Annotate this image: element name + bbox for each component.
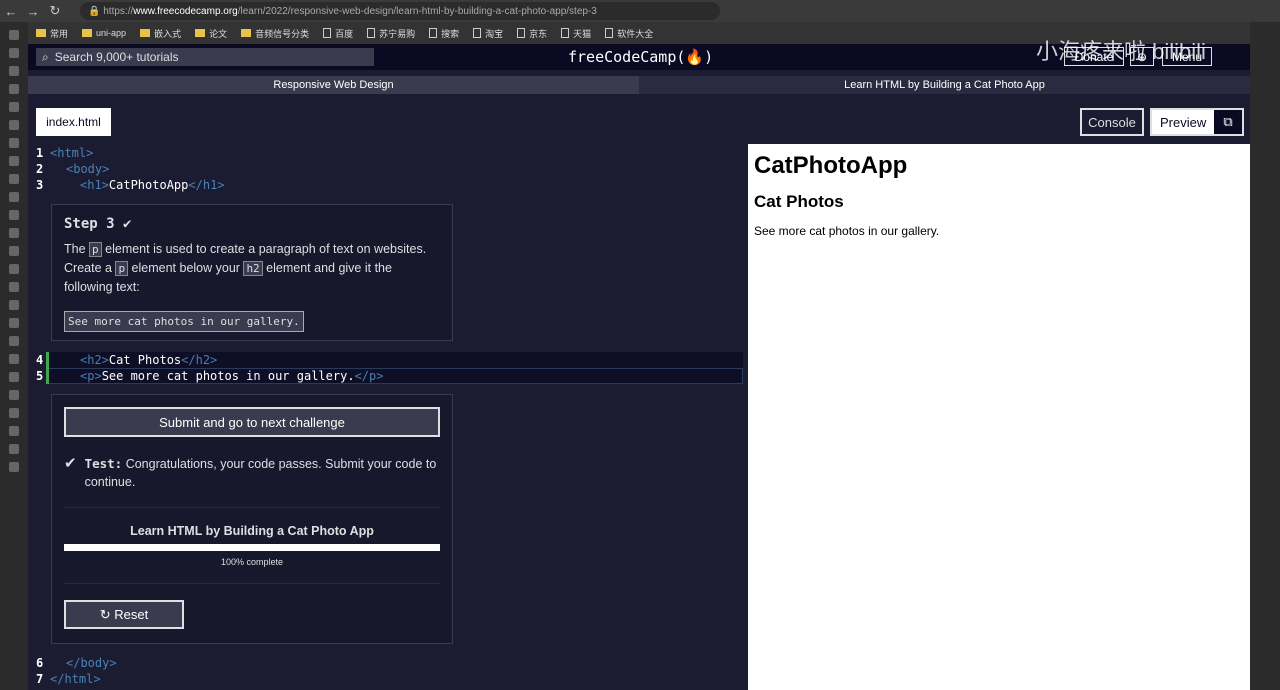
back-icon[interactable]: ←: [0, 4, 22, 19]
page-icon: [517, 28, 526, 38]
test-result: ✔ Test: Congratulations, your code passes…: [64, 455, 437, 489]
page-icon: [323, 28, 332, 38]
bookmark-item[interactable]: 嵌入式: [140, 27, 181, 40]
bookmark-label: 嵌入式: [154, 28, 182, 39]
fcc-navbar: ⌕ Search 9,000+ tutorials freeCodeCamp(🔥)…: [28, 39, 1250, 70]
bookmark-item[interactable]: 论文: [195, 27, 227, 40]
code-line-6: </body>: [66, 656, 117, 670]
refresh-icon[interactable]: ↻: [44, 3, 66, 19]
code-line-5: <p>See more cat photos in our gallery.</…: [80, 369, 384, 383]
page-icon: [367, 28, 376, 38]
reset-button[interactable]: ↻ Reset: [64, 600, 184, 629]
code-line-7: </html>: [50, 672, 101, 686]
submit-button[interactable]: Submit and go to next challenge: [64, 407, 440, 437]
bookmark-label: uni-app: [96, 28, 127, 38]
bookmark-item[interactable]: 常用: [36, 27, 68, 40]
bookmark-item[interactable]: 音频信号分类: [241, 27, 309, 40]
step-description: Step 3 ✔ The p element is used to create…: [51, 204, 453, 341]
line-number: 4: [36, 353, 44, 367]
reset-icon: ↻: [99, 606, 111, 622]
step-title: Step 3 ✔: [64, 216, 132, 232]
line-number: 3: [36, 178, 44, 192]
step-text: The p element is used to create a paragr…: [64, 242, 427, 294]
bookmark-item[interactable]: 百度: [323, 27, 353, 40]
preview-button[interactable]: Preview ⧉: [1150, 108, 1244, 136]
search-icon: ⌕: [42, 49, 49, 64]
browser-sidebar-left: [0, 22, 28, 690]
line-number: 5: [36, 369, 44, 383]
breadcrumb-block[interactable]: Learn HTML by Building a Cat Photo App: [639, 76, 1250, 94]
bookmark-item[interactable]: 天猫: [561, 27, 591, 40]
check-circle-icon: ✔: [64, 455, 77, 472]
bookmark-label: 京东: [529, 28, 548, 39]
url-path: /learn/2022/responsive-web-design/learn-…: [237, 5, 597, 17]
breadcrumb: Responsive Web Design Learn HTML by Buil…: [28, 76, 1250, 94]
bookmark-label: 常用: [50, 28, 69, 39]
console-button[interactable]: Console: [1080, 108, 1144, 136]
bookmark-label: 软件大全: [617, 28, 654, 39]
preview-label: Preview: [1160, 114, 1207, 130]
folder-icon: [241, 29, 252, 37]
preview-pane: CatPhotoApp Cat Photos See more cat phot…: [748, 144, 1250, 690]
line-number: 2: [36, 162, 44, 176]
step-quote: See more cat photos in our gallery.: [64, 311, 304, 332]
page-icon: [605, 28, 614, 38]
bookmark-label: 搜索: [441, 28, 460, 39]
code-editor[interactable]: 1 <html> 2 <body> 3 <h1>CatPhotoApp</h1> St…: [28, 144, 745, 690]
page-icon: [473, 28, 482, 38]
bookmark-label: 淘宝: [485, 28, 504, 39]
page-icon: [561, 28, 570, 38]
folder-icon: [195, 29, 206, 37]
logo[interactable]: freeCodeCamp(🔥): [568, 48, 713, 66]
bookmark-item[interactable]: 搜索: [429, 27, 459, 40]
bookmark-label: 天猫: [573, 28, 592, 39]
action-panel: Submit and go to next challenge ✔ Test: C…: [51, 394, 453, 644]
code-line-2: <body>: [66, 162, 110, 176]
url-domain: www.freecodecamp.org: [133, 5, 238, 17]
preview-h2: Cat Photos: [754, 192, 844, 211]
bookmark-label: 苏宁易购: [379, 28, 416, 39]
bookmark-item[interactable]: 苏宁易购: [367, 27, 415, 40]
line-number: 6: [36, 656, 44, 670]
watermark: 小海疼来啦 bilibili: [1036, 39, 1206, 64]
address-bar[interactable]: 🔒 https://www.freecodecamp.org/learn/202…: [80, 2, 720, 20]
bookmark-item[interactable]: uni-app: [82, 28, 126, 38]
preview-paragraph: See more cat photos in our gallery.: [754, 224, 940, 238]
folder-icon: [140, 29, 151, 37]
folder-icon: [82, 29, 93, 37]
progress-text: 100% complete: [220, 557, 284, 567]
tab-index-html[interactable]: index.html: [36, 108, 111, 136]
bookmark-item[interactable]: 淘宝: [473, 27, 503, 40]
code-line-3: <h1>CatPhotoApp</h1>: [80, 178, 225, 192]
bookmark-label: 论文: [209, 28, 228, 39]
bookmark-item[interactable]: 软件大全: [605, 27, 653, 40]
forward-icon[interactable]: →: [22, 4, 44, 19]
search-input[interactable]: ⌕ Search 9,000+ tutorials: [36, 48, 374, 66]
progress-title: Learn HTML by Building a Cat Photo App: [130, 524, 374, 538]
popout-icon[interactable]: ⧉: [1214, 110, 1242, 134]
page-icon: [429, 28, 438, 38]
url-prefix: https://: [103, 5, 134, 17]
browser-toolbar: ← → ↻ 🔒 https://www.freecodecamp.org/lea…: [0, 0, 1280, 22]
progress-bar: [64, 544, 440, 551]
code-line-4: <h2>Cat Photos</h2>: [80, 353, 218, 367]
code-line-1: <html>: [50, 146, 94, 160]
check-circle-icon: ✔: [123, 216, 132, 232]
preview-h1: CatPhotoApp: [754, 152, 908, 179]
folder-icon: [36, 29, 46, 37]
bookmark-label: 百度: [335, 28, 354, 39]
browser-sidebar-right: [1250, 22, 1280, 690]
bookmark-label: 音频信号分类: [255, 28, 310, 39]
bookmark-item[interactable]: 京东: [517, 27, 547, 40]
breadcrumb-superblock[interactable]: Responsive Web Design: [28, 76, 639, 94]
search-placeholder: Search 9,000+ tutorials: [54, 50, 179, 64]
